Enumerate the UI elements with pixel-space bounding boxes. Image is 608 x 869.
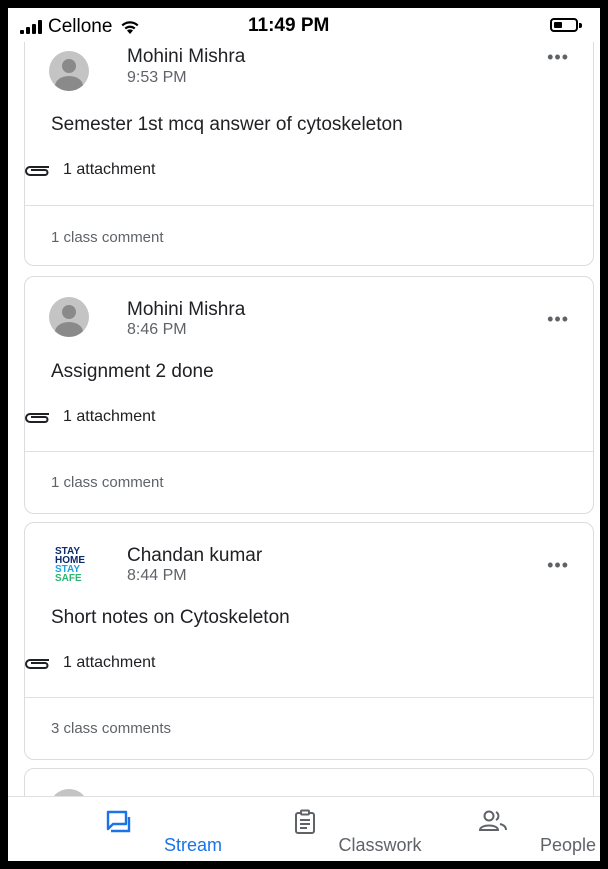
attachment-label: 1 attachment [63, 161, 156, 178]
post-card[interactable]: Mohini Mishra 8:46 PM ••• Assignment 2 d… [24, 276, 594, 514]
attachment-label: 1 attachment [63, 408, 156, 425]
post-text: Semester 1st mcq answer of cytoskeleton [51, 114, 403, 135]
post-time: 8:46 PM [127, 321, 187, 338]
signal-icon [20, 20, 42, 34]
more-options-icon[interactable]: ••• [547, 555, 569, 576]
wifi-icon [121, 21, 139, 34]
stay-home-logo: STAY HOME STAY SAFE [55, 546, 85, 584]
classwork-icon [295, 809, 315, 834]
divider [25, 205, 593, 206]
attachment-link[interactable]: 1 attachment [21, 161, 156, 179]
stream-icon [106, 810, 131, 833]
class-comments-link[interactable]: 1 class comment [51, 229, 164, 246]
attachment-link[interactable]: 1 attachment [21, 408, 156, 426]
paperclip-icon [25, 166, 49, 176]
post-author: Mohini Mishra [127, 299, 246, 320]
avatar [49, 297, 89, 337]
battery-tip [579, 23, 582, 28]
tab-label: People [539, 835, 597, 855]
paperclip-icon [25, 413, 49, 423]
phone-screen: Cellone 11:49 PM Mohini Mishra 9:53 PM •… [8, 8, 600, 861]
carrier-name: Cellone [48, 16, 113, 37]
tab-people[interactable]: People [418, 797, 596, 861]
post-text: Assignment 2 done [51, 361, 214, 382]
tab-stream[interactable]: Stream [43, 797, 222, 861]
divider [25, 451, 593, 452]
people-icon [478, 810, 507, 831]
tab-classwork[interactable]: Classwork [230, 797, 422, 861]
attachment-label: 1 attachment [63, 654, 156, 671]
battery-icon [550, 18, 578, 32]
divider [25, 697, 593, 698]
paperclip-icon [25, 659, 49, 669]
clock: 11:49 PM [248, 15, 330, 36]
class-comments-link[interactable]: 3 class comments [51, 720, 171, 737]
attachment-link[interactable]: 1 attachment [21, 654, 156, 672]
post-author: Chandan kumar [127, 545, 263, 566]
post-card[interactable]: Mohini Mishra 9:53 PM ••• Semester 1st m… [24, 8, 594, 266]
class-comments-link[interactable]: 1 class comment [51, 474, 164, 491]
post-card[interactable]: STAY HOME STAY SAFE Chandan kumar 8:44 P… [24, 522, 594, 760]
bottom-navigation: Stream Classwork People [8, 796, 600, 861]
post-author: Mohini Mishra [127, 46, 246, 67]
post-time: 8:44 PM [127, 567, 187, 584]
post-text: Short notes on Cytoskeleton [51, 607, 290, 628]
status-bar: Cellone 11:49 PM [8, 8, 600, 42]
post-time: 9:53 PM [127, 69, 187, 86]
avatar [49, 51, 89, 91]
more-options-icon[interactable]: ••• [547, 309, 569, 330]
more-options-icon[interactable]: ••• [547, 47, 569, 68]
